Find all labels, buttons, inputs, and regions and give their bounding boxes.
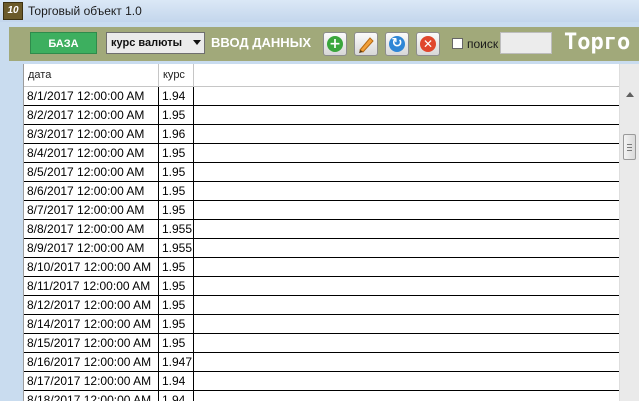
title-bar: 10 Торговый объект 1.0 [0, 0, 639, 22]
rate-cell[interactable]: 1.96 [159, 125, 194, 143]
rate-cell[interactable]: 1.95 [159, 334, 194, 352]
delete-button[interactable]: ✕ [416, 32, 440, 56]
date-cell[interactable]: 8/2/2017 12:00:00 AM [24, 106, 159, 124]
date-cell[interactable]: 8/5/2017 12:00:00 AM [24, 163, 159, 181]
date-cell[interactable]: 8/1/2017 12:00:00 AM [24, 87, 159, 105]
date-cell[interactable]: 8/4/2017 12:00:00 AM [24, 144, 159, 162]
search-checkbox[interactable] [452, 38, 463, 49]
rate-cell[interactable]: 1.94 [159, 372, 194, 390]
data-grid: дата курс 8/1/2017 12:00:00 AM 1.94 8/2/20… [23, 64, 639, 401]
base-button[interactable]: БАЗА [30, 32, 97, 54]
edit-button[interactable] [354, 32, 378, 56]
rate-cell[interactable]: 1.95 [159, 296, 194, 314]
table-row[interactable]: 8/3/2017 12:00:00 AM 1.96 [24, 125, 619, 144]
search-input[interactable] [500, 32, 552, 54]
grid-rows: 8/1/2017 12:00:00 AM 1.94 8/2/2017 12:00:0… [24, 87, 619, 401]
vertical-scrollbar[interactable] [619, 64, 639, 401]
rate-cell[interactable]: 1.947 [159, 353, 194, 371]
rate-cell[interactable]: 1.95 [159, 182, 194, 200]
table-row[interactable]: 8/7/2017 12:00:00 AM 1.95 [24, 201, 619, 220]
table-row[interactable]: 8/14/2017 12:00:00 AM 1.95 [24, 315, 619, 334]
chevron-down-icon [193, 40, 201, 45]
table-row[interactable]: 8/15/2017 12:00:00 AM 1.95 [24, 334, 619, 353]
date-cell[interactable]: 8/9/2017 12:00:00 AM [24, 239, 159, 257]
date-cell[interactable]: 8/15/2017 12:00:00 AM [24, 334, 159, 352]
table-row[interactable]: 8/18/2017 12:00:00 AM 1.94 [24, 391, 619, 401]
toolbar: БАЗА курс валюты ВВОД ДАННЫХ + ↻ ✕ поиск… [9, 27, 639, 61]
date-cell[interactable]: 8/7/2017 12:00:00 AM [24, 201, 159, 219]
rate-cell[interactable]: 1.94 [159, 391, 194, 401]
rate-cell[interactable]: 1.95 [159, 258, 194, 276]
rate-cell[interactable]: 1.95 [159, 277, 194, 295]
close-icon: ✕ [420, 36, 436, 52]
table-row[interactable]: 8/11/2017 12:00:00 AM 1.95 [24, 277, 619, 296]
column-header-date[interactable]: дата [24, 64, 159, 86]
date-cell[interactable]: 8/3/2017 12:00:00 AM [24, 125, 159, 143]
rate-cell[interactable]: 1.955 [159, 220, 194, 238]
date-cell[interactable]: 8/14/2017 12:00:00 AM [24, 315, 159, 333]
window-title: Торговый объект 1.0 [28, 4, 142, 18]
rate-cell[interactable]: 1.95 [159, 201, 194, 219]
refresh-button[interactable]: ↻ [385, 32, 409, 56]
table-row[interactable]: 8/10/2017 12:00:00 AM 1.95 [24, 258, 619, 277]
table-row[interactable]: 8/1/2017 12:00:00 AM 1.94 [24, 87, 619, 106]
date-cell[interactable]: 8/6/2017 12:00:00 AM [24, 182, 159, 200]
table-row[interactable]: 8/6/2017 12:00:00 AM 1.95 [24, 182, 619, 201]
table-row[interactable]: 8/9/2017 12:00:00 AM 1.955 [24, 239, 619, 258]
grid-header: дата курс [24, 64, 619, 87]
app-icon: 10 [3, 2, 23, 20]
date-cell[interactable]: 8/11/2017 12:00:00 AM [24, 277, 159, 295]
table-row[interactable]: 8/4/2017 12:00:00 AM 1.95 [24, 144, 619, 163]
rate-cell[interactable]: 1.955 [159, 239, 194, 257]
pencil-icon [359, 37, 374, 53]
date-cell[interactable]: 8/18/2017 12:00:00 AM [24, 391, 159, 401]
brand-title: Торго [564, 30, 631, 55]
table-row[interactable]: 8/8/2017 12:00:00 AM 1.955 [24, 220, 619, 239]
data-entry-label: ВВОД ДАННЫХ [211, 35, 312, 50]
table-row[interactable]: 8/17/2017 12:00:00 AM 1.94 [24, 372, 619, 391]
date-cell[interactable]: 8/16/2017 12:00:00 AM [24, 353, 159, 371]
category-select[interactable]: курс валюты [106, 32, 205, 54]
date-cell[interactable]: 8/17/2017 12:00:00 AM [24, 372, 159, 390]
table-row[interactable]: 8/2/2017 12:00:00 AM 1.95 [24, 106, 619, 125]
search-label: поиск [467, 37, 499, 51]
rate-cell[interactable]: 1.95 [159, 315, 194, 333]
rate-cell[interactable]: 1.95 [159, 106, 194, 124]
scroll-thumb[interactable] [623, 134, 636, 160]
date-cell[interactable]: 8/10/2017 12:00:00 AM [24, 258, 159, 276]
rate-cell[interactable]: 1.95 [159, 163, 194, 181]
plus-icon: + [327, 36, 343, 52]
table-row[interactable]: 8/16/2017 12:00:00 AM 1.947 [24, 353, 619, 372]
rate-cell[interactable]: 1.95 [159, 144, 194, 162]
category-select-value: курс валюты [111, 37, 182, 49]
column-header-rate[interactable]: курс [159, 64, 194, 86]
date-cell[interactable]: 8/12/2017 12:00:00 AM [24, 296, 159, 314]
scroll-up-icon[interactable] [626, 92, 634, 97]
date-cell[interactable]: 8/8/2017 12:00:00 AM [24, 220, 159, 238]
add-button[interactable]: + [323, 32, 347, 56]
table-row[interactable]: 8/12/2017 12:00:00 AM 1.95 [24, 296, 619, 315]
rate-cell[interactable]: 1.94 [159, 87, 194, 105]
table-row[interactable]: 8/5/2017 12:00:00 AM 1.95 [24, 163, 619, 182]
refresh-icon: ↻ [389, 36, 405, 52]
